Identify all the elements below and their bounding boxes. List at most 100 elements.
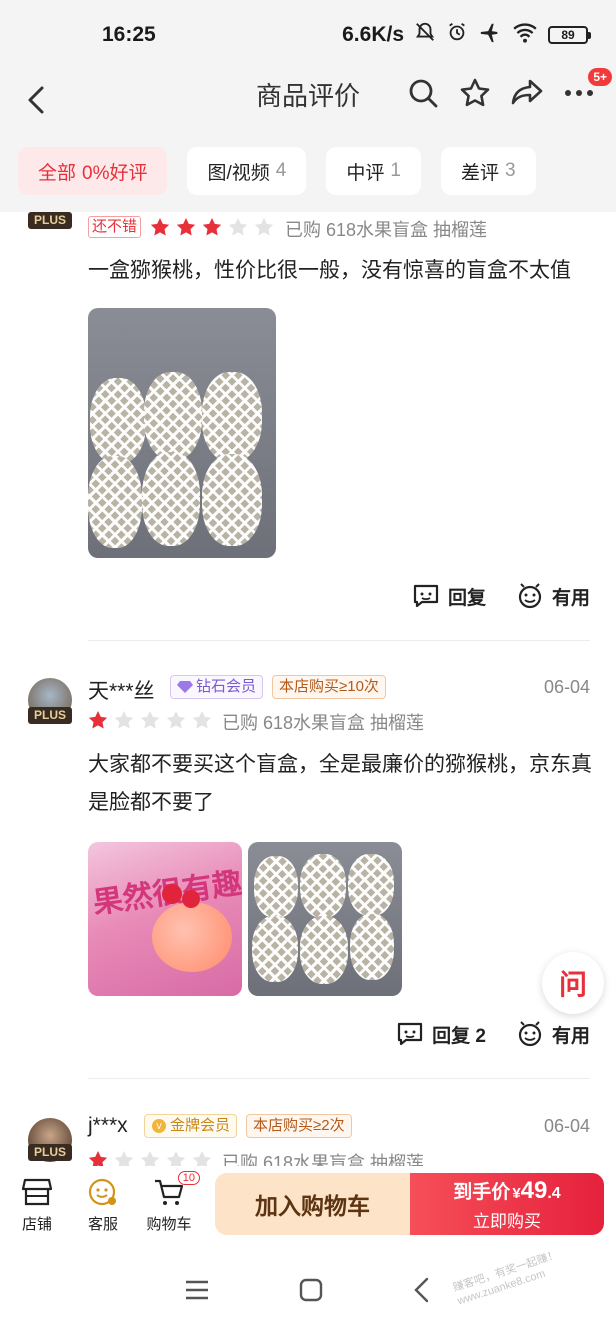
kiwi-fruit — [254, 856, 298, 918]
net-speed: 6.6K/s — [342, 23, 404, 46]
member-badge: V 金牌会员 — [144, 1114, 238, 1138]
plus-badge: PLUS — [28, 707, 72, 724]
reviewer-name: j***x — [88, 1114, 128, 1137]
filter-neutral[interactable]: 中评 1 — [326, 147, 421, 195]
more-button[interactable]: 5+ — [562, 68, 612, 110]
cart-count-badge: 10 — [177, 1170, 200, 1185]
kiwi-fruit — [300, 916, 348, 984]
star-icon — [140, 711, 160, 729]
review-photo[interactable] — [88, 308, 276, 558]
smile-face-icon — [518, 583, 542, 609]
reply-button[interactable]: 回复 2 — [396, 1020, 486, 1048]
review-photo[interactable] — [248, 842, 402, 996]
star-icon — [166, 711, 186, 729]
comment-icon — [398, 1022, 423, 1046]
home-square-icon — [299, 1278, 323, 1301]
review-list: PLUS 还不错 已购 618水果盲盒 抽榴莲 一盒猕猴桃，性价比很一般，没有惊… — [0, 212, 616, 1170]
comment-icon — [413, 584, 439, 608]
divider — [88, 640, 590, 641]
status-indicators: 6.6K/s 89 — [342, 21, 591, 49]
review-photo[interactable]: 果然很有趣 — [88, 842, 242, 996]
filter-bar: 全部 0%好评 图/视频 4 中评 1 差评 3 — [0, 130, 616, 212]
airplane-icon — [478, 21, 502, 49]
diamond-icon — [177, 681, 193, 693]
rating-tag: 还不错 — [88, 216, 142, 238]
review-actions: 回复 有用 — [412, 582, 590, 610]
star-icon — [88, 711, 108, 729]
purchase-info: 已购 618水果盲盒 抽榴莲 — [222, 713, 425, 733]
kiwi-fruit — [144, 372, 202, 460]
customer-service-tab[interactable]: 客服 — [70, 1177, 136, 1234]
review-actions: 回复 2 有用 — [396, 1020, 590, 1048]
filter-all[interactable]: 全部 0%好评 — [18, 147, 168, 195]
kiwi-fruit — [348, 854, 394, 916]
star-icon — [114, 711, 134, 729]
reply-button[interactable]: 回复 — [412, 582, 486, 610]
store-icon — [21, 1178, 53, 1205]
star-icon — [254, 218, 274, 236]
buy-now-button[interactable]: 到手价 ¥ 49 .4 立即购买 — [410, 1173, 604, 1235]
filter-negative[interactable]: 差评 3 — [440, 147, 536, 195]
kiwi-fruit — [202, 454, 262, 546]
nav-actions: 5+ — [406, 68, 612, 110]
kiwi-fruit — [202, 372, 262, 462]
svg-text:V: V — [156, 1122, 162, 1131]
member-badge: 钻石会员 — [170, 675, 264, 699]
add-to-cart-button[interactable]: 加入购物车 — [215, 1173, 410, 1235]
status-time: 16:25 — [102, 23, 156, 46]
chevron-left-icon — [28, 86, 44, 114]
store-tab[interactable]: 店铺 — [4, 1177, 70, 1234]
kiwi-fruit — [142, 452, 200, 546]
reviewer-name: 天***丝 — [88, 680, 155, 703]
ask-question-button[interactable]: 问 — [542, 952, 604, 1014]
review-item: PLUS j***x V 金牌会员 本店购买≥2次 06-04 已购 618水果… — [0, 1082, 616, 1170]
alarm-icon — [446, 21, 468, 49]
message-badge: 5+ — [588, 68, 612, 86]
more-dots-icon — [565, 90, 593, 96]
back-arrow-icon — [414, 1277, 429, 1302]
mascot-graphic — [152, 902, 232, 972]
home-button[interactable] — [298, 1277, 324, 1308]
star-icon — [202, 218, 222, 236]
useful-button[interactable]: 有用 — [516, 1020, 590, 1048]
review-date: 06-04 — [543, 677, 590, 697]
share-button[interactable] — [510, 76, 544, 110]
cherry-graphic — [182, 890, 200, 908]
menu-button[interactable] — [184, 1279, 210, 1306]
menu-icon — [186, 1280, 208, 1299]
purchase-info: 已购 618水果盲盒 抽榴莲 — [285, 220, 488, 240]
cart-tab[interactable]: 购物车 10 — [136, 1170, 202, 1234]
back-button[interactable] — [22, 80, 52, 120]
system-back-button[interactable] — [412, 1277, 432, 1308]
status-bar: 16:25 6.6K/s 89 — [0, 0, 616, 70]
search-icon — [409, 79, 438, 108]
star-rating — [150, 217, 274, 237]
review-item: PLUS 还不错 已购 618水果盲盒 抽榴莲 一盒猕猴桃，性价比很一般，没有惊… — [0, 212, 616, 642]
review-text: 一盒猕猴桃，性价比很一般，没有惊喜的盲盒不太值 — [88, 259, 571, 282]
mute-bell-icon — [414, 21, 436, 49]
star-outline-icon — [460, 78, 490, 107]
smile-face-icon — [518, 1021, 542, 1047]
kiwi-fruit — [350, 914, 394, 980]
useful-button[interactable]: 有用 — [516, 582, 590, 610]
star-icon — [176, 218, 196, 236]
cherry-graphic — [162, 884, 182, 904]
plus-badge: PLUS — [28, 212, 72, 229]
kiwi-fruit — [300, 854, 346, 918]
plus-badge: PLUS — [28, 1144, 72, 1161]
nav-bar: 商品评价 5+ — [0, 68, 616, 130]
share-icon — [511, 79, 543, 105]
star-icon — [150, 218, 170, 236]
search-button[interactable] — [406, 76, 440, 110]
star-rating — [88, 710, 212, 730]
review-item: PLUS 天***丝 钻石会员 本店购买≥10次 06-04 已购 618水果盲… — [0, 642, 616, 1082]
service-smile-icon — [88, 1178, 116, 1205]
review-text: 大家都不要买这个盲盒，全是最廉价的猕猴桃，京东真是脸都不要了 — [88, 753, 592, 814]
kiwi-fruit — [88, 456, 142, 548]
filter-photo-video[interactable]: 图/视频 4 — [187, 147, 307, 195]
review-date: 06-04 — [543, 1116, 590, 1136]
battery-indicator: 89 — [548, 26, 591, 44]
kiwi-fruit — [90, 378, 146, 464]
favorite-button[interactable] — [458, 76, 492, 110]
buy-now-label: 立即购买 — [473, 1211, 541, 1231]
